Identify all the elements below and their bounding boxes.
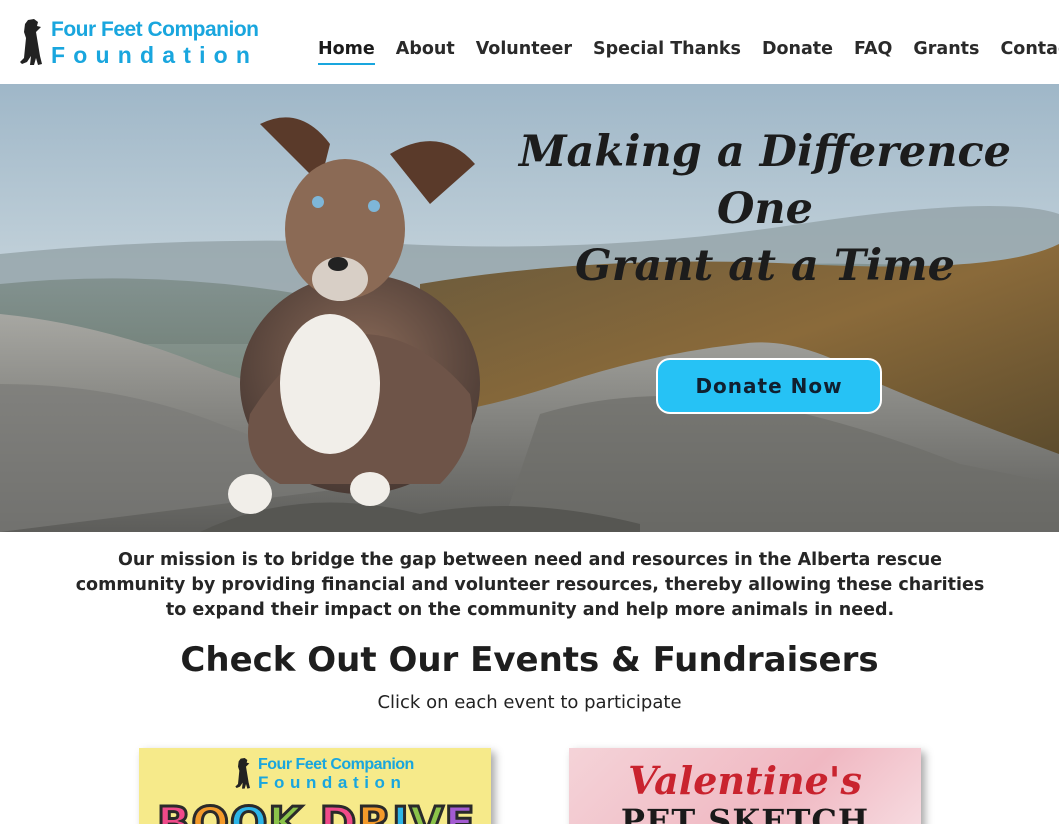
nav-volunteer[interactable]: Volunteer — [476, 39, 572, 65]
book-drive-letter: R — [356, 797, 393, 824]
book-drive-letter: O — [190, 797, 230, 824]
hero-banner: Making a Difference One Grant at a Time … — [0, 84, 1059, 532]
book-drive-letter: V — [408, 797, 445, 824]
card-logo-subtitle: Foundation — [258, 773, 407, 792]
nav-contact[interactable]: Contact — [1000, 39, 1059, 65]
book-drive-letter: E — [443, 797, 476, 824]
donate-now-button[interactable]: Donate Now — [656, 358, 882, 414]
event-card-pet-sketch[interactable]: Valentine's PET SKETCH — [569, 748, 921, 824]
book-drive-letter: O — [228, 797, 269, 824]
main-nav: Home About Volunteer Special Thanks Dona… — [318, 39, 1059, 65]
nav-home[interactable]: Home — [318, 39, 375, 65]
nav-faq[interactable]: FAQ — [854, 39, 892, 65]
nav-donate[interactable]: Donate — [762, 39, 833, 65]
valentines-script: Valentine's — [628, 758, 862, 803]
mission-statement: Our mission is to bridge the gap between… — [75, 550, 985, 620]
nav-about[interactable]: About — [396, 39, 455, 65]
dog-silhouette-icon — [20, 19, 42, 65]
site-logo[interactable]: Four Feet Companion Foundation — [18, 16, 259, 68]
logo-name: Four Feet Companion — [51, 18, 259, 41]
nav-special-thanks[interactable]: Special Thanks — [593, 39, 741, 65]
hero-title: Making a Difference One Grant at a Time — [470, 124, 1059, 295]
events-heading: Check Out Our Events & Fundraisers — [180, 640, 879, 680]
logo-subtitle: Foundation — [51, 42, 259, 68]
hero-title-line1: Making a Difference One — [518, 127, 1012, 234]
events-subheading: Click on each event to participate — [377, 692, 682, 713]
book-drive-letter: D — [318, 797, 358, 824]
pet-sketch-title: PET SKETCH — [620, 802, 870, 824]
dog-silhouette-icon — [235, 758, 250, 789]
book-drive-letter: I — [391, 797, 410, 824]
book-drive-letter: K — [267, 797, 304, 824]
event-card-book-drive[interactable]: Four Feet Companion Foundation BOOK DRIV… — [139, 748, 491, 824]
nav-grants[interactable]: Grants — [913, 39, 979, 65]
book-drive-title: BOOK DRIVE — [156, 797, 477, 824]
book-drive-letter: B — [156, 797, 193, 824]
site-header: Four Feet Companion Foundation Home Abou… — [0, 0, 1059, 84]
book-drive-letter — [303, 798, 319, 824]
card-logo-name: Four Feet Companion — [258, 756, 414, 773]
hero-title-line2: Grant at a Time — [574, 241, 956, 291]
book-drive-text: BOOK DRIVE — [156, 797, 477, 824]
